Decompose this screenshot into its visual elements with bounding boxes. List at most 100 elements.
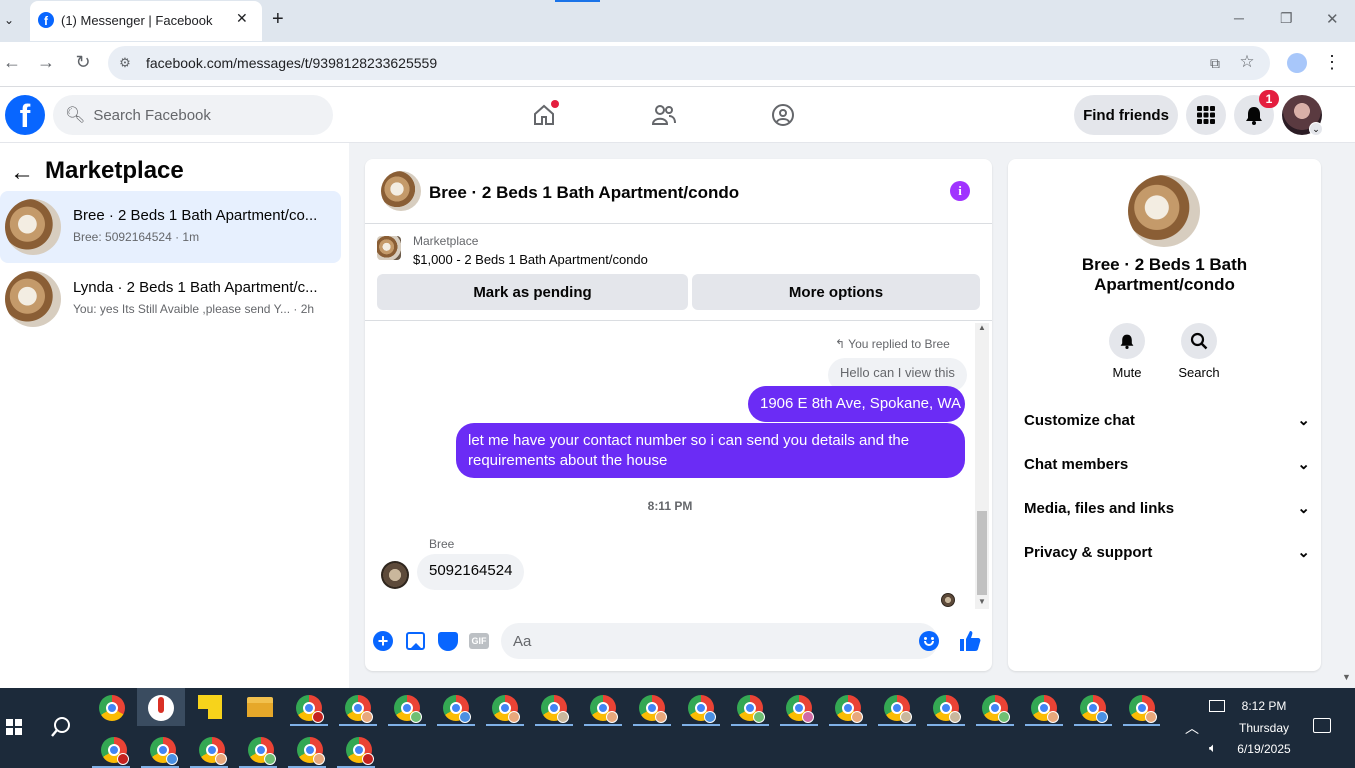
info-icon[interactable]: i xyxy=(950,181,970,201)
taskbar-search-icon[interactable] xyxy=(50,716,72,738)
chrome-profile-taskbar-icon[interactable] xyxy=(982,695,1010,723)
more-options-button[interactable]: More options xyxy=(692,274,980,310)
add-attachment-icon[interactable]: + xyxy=(373,631,393,651)
scroll-up-icon[interactable]: ▲ xyxy=(975,323,989,335)
search-label[interactable]: Search xyxy=(1174,365,1224,380)
bookmark-star-icon[interactable]: ☆ xyxy=(1237,52,1257,72)
file-explorer-taskbar-icon[interactable] xyxy=(247,697,273,717)
customize-chat-row[interactable]: Customize chat ⌄ xyxy=(1024,398,1310,442)
chrome-profile-taskbar-icon[interactable] xyxy=(346,737,374,765)
chrome-profile-taskbar-icon[interactable] xyxy=(248,737,276,765)
chrome-profile-taskbar-icon[interactable] xyxy=(1031,695,1059,723)
chrome-profile-taskbar-icon[interactable] xyxy=(101,737,129,765)
thumbs-up-like-icon[interactable] xyxy=(958,629,982,653)
conversation-item[interactable]: Bree · 2 Beds 1 Bath Apartment/co... Bre… xyxy=(0,191,341,263)
chrome-profile-taskbar-icon[interactable] xyxy=(933,695,961,723)
chrome-profile-taskbar-icon[interactable] xyxy=(199,737,227,765)
volume-icon[interactable]: 🔈︎ xyxy=(1209,740,1217,756)
profile-avatar[interactable] xyxy=(1128,175,1200,247)
listing-thumbnail[interactable] xyxy=(377,236,401,260)
chrome-profile-taskbar-icon[interactable] xyxy=(786,695,814,723)
chrome-profile-taskbar-icon[interactable] xyxy=(345,695,373,723)
groups-icon[interactable] xyxy=(771,103,795,127)
chat-header-title[interactable]: Bree · 2 Beds 1 Bath Apartment/condo xyxy=(429,183,739,203)
tab-list-chevron-icon[interactable]: ⌄ xyxy=(0,8,18,32)
sticky-notes-taskbar-icon[interactable] xyxy=(198,695,222,719)
clock-day[interactable]: Thursday xyxy=(1232,721,1296,735)
chrome-taskbar-icon[interactable] xyxy=(99,695,125,721)
forward-arrow-icon[interactable]: → xyxy=(36,52,56,72)
message-input[interactable]: Aa xyxy=(501,623,939,659)
outgoing-message[interactable]: let me have your contact number so i can… xyxy=(456,423,965,478)
incoming-message[interactable]: 5092164524 xyxy=(417,554,525,590)
site-settings-icon[interactable]: ⚙ xyxy=(116,54,134,72)
scrollbar-thumb[interactable] xyxy=(977,511,987,595)
recorder-taskbar-icon[interactable] xyxy=(148,695,174,721)
sticker-icon[interactable] xyxy=(438,632,458,651)
network-icon[interactable] xyxy=(1209,700,1225,712)
minimize-button[interactable]: ─ xyxy=(1234,10,1244,26)
gif-icon[interactable]: GIF xyxy=(469,633,489,649)
install-app-icon[interactable]: ⧉ xyxy=(1205,53,1225,73)
restore-button[interactable]: ❐ xyxy=(1280,10,1293,27)
chrome-profile-taskbar-icon[interactable] xyxy=(639,695,667,723)
chrome-profile-taskbar-icon[interactable] xyxy=(296,695,324,723)
url-field[interactable]: ⚙ facebook.com/messages/t/93981282336255… xyxy=(108,46,1270,80)
media-files-links-row[interactable]: Media, files and links ⌄ xyxy=(1024,486,1310,530)
chrome-profile-taskbar-icon[interactable] xyxy=(492,695,520,723)
clock-time[interactable]: 8:12 PM xyxy=(1232,699,1296,713)
chrome-profile-taskbar-icon[interactable] xyxy=(737,695,765,723)
photo-icon[interactable] xyxy=(406,632,425,650)
facebook-logo[interactable]: f xyxy=(5,95,45,135)
windows-start-icon[interactable] xyxy=(6,719,22,735)
friends-icon[interactable] xyxy=(651,103,677,127)
mute-label[interactable]: Mute xyxy=(1102,365,1152,380)
mark-as-pending-button[interactable]: Mark as pending xyxy=(377,274,688,310)
chat-header-avatar[interactable] xyxy=(381,171,421,211)
account-chevron-icon[interactable]: ⌄ xyxy=(1309,122,1323,136)
back-arrow-icon[interactable]: ← xyxy=(2,52,22,72)
chrome-profile-taskbar-icon[interactable] xyxy=(1080,695,1108,723)
chrome-profile-taskbar-icon[interactable] xyxy=(590,695,618,723)
menu-grid-icon[interactable] xyxy=(1186,95,1226,135)
chrome-profile-taskbar-icon[interactable] xyxy=(541,695,569,723)
notification-center-icon[interactable] xyxy=(1313,718,1331,733)
sender-avatar[interactable] xyxy=(381,561,409,589)
browser-menu-icon[interactable]: ⋮ xyxy=(1323,51,1341,73)
chrome-profile-taskbar-icon[interactable] xyxy=(297,737,325,765)
privacy-support-row[interactable]: Privacy & support ⌄ xyxy=(1024,530,1310,574)
conversation-item[interactable]: Lynda · 2 Beds 1 Bath Apartment/c... You… xyxy=(0,263,341,335)
message-scrollbar[interactable]: ▲ ▼ xyxy=(975,323,989,609)
chrome-profile-taskbar-icon[interactable] xyxy=(835,695,863,723)
search-icon[interactable] xyxy=(1181,323,1217,359)
outgoing-message[interactable]: 1906 E 8th Ave, Spokane, WA xyxy=(748,386,965,422)
mute-bell-icon[interactable] xyxy=(1109,323,1145,359)
chrome-profile-taskbar-icon[interactable] xyxy=(394,695,422,723)
profile-avatar-icon[interactable] xyxy=(1287,53,1307,73)
reload-icon[interactable]: ↻ xyxy=(73,52,93,72)
chrome-profile-taskbar-icon[interactable] xyxy=(1129,695,1157,723)
facebook-favicon-icon: f xyxy=(38,12,54,28)
clock-date[interactable]: 6/19/2025 xyxy=(1232,742,1296,756)
browser-tab-bar: ⌄ f (1) Messenger | Facebook ✕ + ─ ❐ ✕ xyxy=(0,0,1355,42)
emoji-icon[interactable] xyxy=(919,631,939,651)
search-input[interactable]: 🔍︎ Search Facebook xyxy=(53,95,333,135)
browser-tab[interactable]: f (1) Messenger | Facebook ✕ xyxy=(30,1,262,41)
chrome-profile-taskbar-icon[interactable] xyxy=(884,695,912,723)
tab-close-icon[interactable]: ✕ xyxy=(236,10,248,27)
home-icon[interactable] xyxy=(532,100,559,127)
chrome-profile-taskbar-icon[interactable] xyxy=(443,695,471,723)
page-scroll-down-icon[interactable]: ▼ xyxy=(1342,672,1351,682)
close-window-button[interactable]: ✕ xyxy=(1326,10,1339,28)
menu-row-label: Customize chat xyxy=(1024,411,1135,429)
scroll-down-icon[interactable]: ▼ xyxy=(975,597,989,609)
listing-detail[interactable]: $1,000 - 2 Beds 1 Bath Apartment/condo xyxy=(413,252,648,267)
show-hidden-icons-chevron-icon[interactable]: ︿ xyxy=(1185,718,1199,738)
new-tab-button[interactable]: + xyxy=(272,8,284,31)
chat-members-row[interactable]: Chat members ⌄ xyxy=(1024,442,1310,486)
back-arrow-icon[interactable]: ← xyxy=(10,159,34,187)
find-friends-button[interactable]: Find friends xyxy=(1074,95,1178,135)
chrome-profile-taskbar-icon[interactable] xyxy=(688,695,716,723)
chevron-down-icon: ⌄ xyxy=(1297,412,1310,429)
chrome-profile-taskbar-icon[interactable] xyxy=(150,737,178,765)
